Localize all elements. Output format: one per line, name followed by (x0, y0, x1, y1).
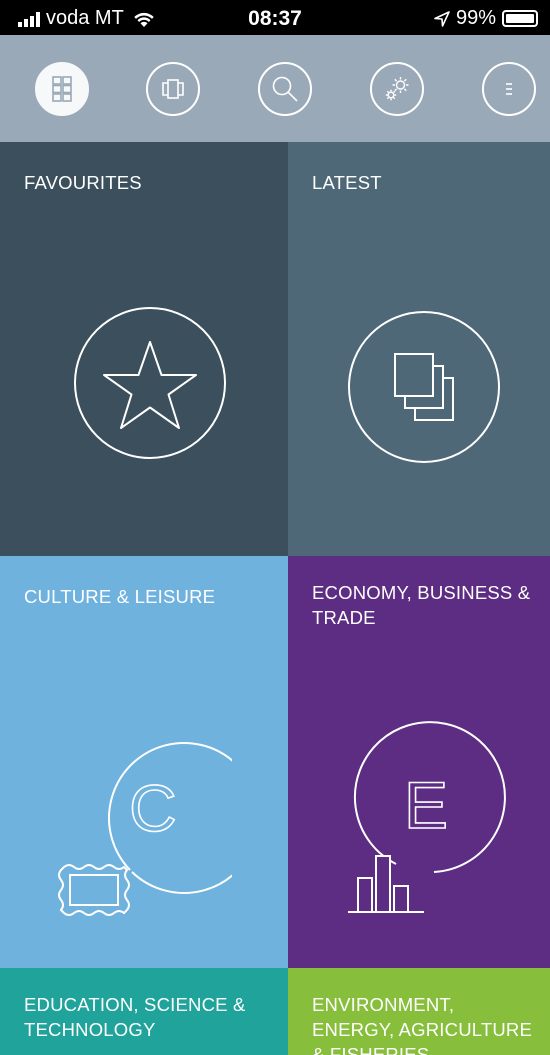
status-right: 99% (434, 7, 538, 30)
battery-icon (502, 10, 538, 27)
tile-environment-energy-agriculture-fisheries[interactable]: ENVIRONMENT, ENERGY, AGRICULTURE & FISHE… (288, 968, 550, 1055)
economy-chart-icon: E (348, 721, 506, 913)
stacked-documents-icon (348, 311, 500, 463)
search-icon (272, 76, 298, 102)
settings-button[interactable] (370, 62, 424, 116)
battery-percent: 99% (455, 7, 496, 29)
menu-button[interactable] (482, 62, 536, 116)
carousel-view-button[interactable] (146, 62, 200, 116)
tile-title: ECONOMY, BUSINESS & TRADE (312, 582, 531, 628)
svg-text:E: E (404, 768, 448, 842)
tile-title: CULTURE & LEISURE (24, 586, 216, 607)
top-toolbar (0, 35, 550, 142)
tile-culture-leisure[interactable]: CULTURE & LEISURE C (0, 556, 288, 968)
tile-economy-business-trade[interactable]: ECONOMY, BUSINESS & TRADE E (288, 556, 550, 968)
culture-frame-icon: C (58, 742, 232, 916)
location-arrow-icon (434, 10, 450, 27)
status-bar: voda MT 08:37 99% (0, 0, 550, 35)
star-icon (74, 307, 226, 459)
search-button[interactable] (258, 62, 312, 116)
menu-icon (506, 83, 512, 95)
svg-text:C: C (129, 771, 177, 845)
tile-title: EDUCATION, SCIENCE & TECHNOLOGY (24, 994, 246, 1040)
tile-education-science-technology[interactable]: EDUCATION, SCIENCE & TECHNOLOGY (0, 968, 288, 1055)
grid-view-button[interactable] (35, 62, 89, 116)
tile-latest[interactable]: LATEST (288, 142, 550, 556)
carousel-icon (162, 79, 184, 99)
grid-icon (52, 76, 72, 102)
tile-favourites[interactable]: FAVOURITES (0, 142, 288, 556)
tile-title: FAVOURITES (24, 172, 142, 193)
tile-title: LATEST (312, 172, 382, 193)
settings-gears-icon (385, 77, 409, 101)
tile-title: ENVIRONMENT, ENERGY, AGRICULTURE & FISHE… (312, 994, 533, 1055)
